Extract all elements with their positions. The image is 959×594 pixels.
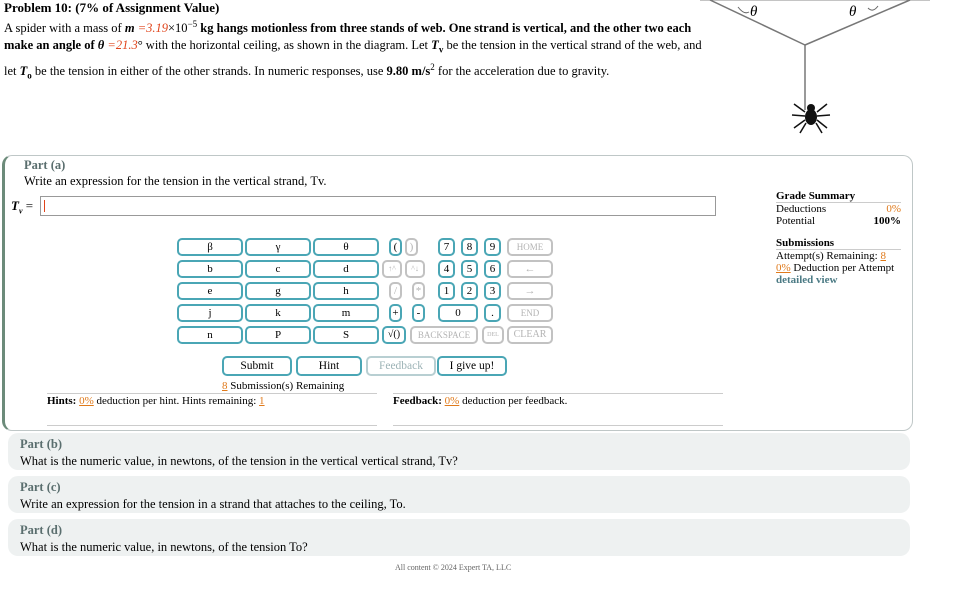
angle-label-right: θ bbox=[849, 4, 857, 20]
grade-summary: Grade Summary Deductions 0% Potential 10… bbox=[776, 190, 901, 286]
key-3[interactable]: 3 bbox=[484, 282, 501, 300]
part-d-heading[interactable]: Part (d) bbox=[20, 523, 62, 538]
deduction-per-attempt: 0% Deduction per Attempt bbox=[776, 262, 895, 274]
key-c[interactable]: c bbox=[245, 260, 311, 278]
grade-summary-title: Grade Summary bbox=[776, 190, 901, 203]
key-home[interactable]: HOME bbox=[507, 238, 553, 256]
key-e[interactable]: e bbox=[177, 282, 243, 300]
key-h[interactable]: h bbox=[313, 282, 379, 300]
key-superscript[interactable]: ↑^ bbox=[382, 260, 402, 278]
part-b-question: What is the numeric value, in newtons, o… bbox=[20, 454, 458, 468]
divider bbox=[393, 393, 723, 394]
give-up-button[interactable]: I give up! bbox=[437, 356, 507, 376]
key-backspace[interactable]: BACKSPACE bbox=[410, 326, 478, 344]
key-delete[interactable]: DEL bbox=[482, 326, 504, 344]
problem-text: A spider with a mass of m =3.19×10−5 kg … bbox=[4, 19, 702, 81]
divider bbox=[47, 425, 377, 426]
detailed-view-link[interactable]: detailed view bbox=[776, 274, 901, 286]
spider-icon bbox=[791, 103, 831, 134]
footer-copyright: All content © 2024 Expert TA, LLC bbox=[395, 563, 512, 572]
key-left-arrow[interactable]: ← bbox=[507, 260, 553, 278]
part-c-heading[interactable]: Part (c) bbox=[20, 480, 61, 495]
key-b[interactable]: b bbox=[177, 260, 243, 278]
key-p[interactable]: P bbox=[245, 326, 311, 344]
key-sqrt[interactable]: √() bbox=[382, 326, 406, 344]
key-divide[interactable]: / bbox=[389, 282, 402, 300]
key-j[interactable]: j bbox=[177, 304, 243, 322]
key-right-arrow[interactable]: → bbox=[507, 282, 553, 300]
key-2[interactable]: 2 bbox=[461, 282, 478, 300]
key-end[interactable]: END bbox=[507, 304, 553, 322]
feedback-button[interactable]: Feedback bbox=[366, 356, 436, 376]
key-d[interactable]: d bbox=[313, 260, 379, 278]
spider-diagram bbox=[700, 0, 930, 150]
key-n[interactable]: n bbox=[177, 326, 243, 344]
deductions-label: Deductions bbox=[776, 203, 827, 215]
key-multiply[interactable]: * bbox=[412, 282, 425, 300]
submit-button[interactable]: Submit bbox=[222, 356, 292, 376]
deductions-value: 0% bbox=[886, 203, 901, 215]
key-minus[interactable]: - bbox=[412, 304, 425, 322]
answer-label: Tv = bbox=[11, 198, 34, 216]
key-m[interactable]: m bbox=[313, 304, 379, 322]
key-clear[interactable]: CLEAR bbox=[507, 326, 553, 344]
part-c-question: Write an expression for the tension in a… bbox=[20, 497, 406, 511]
key-1[interactable]: 1 bbox=[438, 282, 455, 300]
key-4[interactable]: 4 bbox=[438, 260, 455, 278]
attempts-remaining: Attempt(s) Remaining: 8 bbox=[776, 250, 886, 262]
key-6[interactable]: 6 bbox=[484, 260, 501, 278]
part-a-heading: Part (a) bbox=[24, 158, 66, 172]
part-d-question: What is the numeric value, in newtons, o… bbox=[20, 540, 308, 554]
feedback-info: Feedback: 0% deduction per feedback. bbox=[393, 395, 568, 407]
key-0[interactable]: 0 bbox=[438, 304, 478, 322]
key-7[interactable]: 7 bbox=[438, 238, 455, 256]
divider bbox=[47, 393, 377, 394]
key-s[interactable]: S bbox=[313, 326, 379, 344]
part-b-heading[interactable]: Part (b) bbox=[20, 437, 62, 452]
hints-info: Hints: 0% deduction per hint. Hints rema… bbox=[47, 395, 265, 407]
key-beta[interactable]: β bbox=[177, 238, 243, 256]
key-open-paren[interactable]: ( bbox=[389, 238, 402, 256]
potential-label: Potential bbox=[776, 215, 816, 227]
key-subscript[interactable]: ^↓ bbox=[405, 260, 425, 278]
submissions-remaining: 8 Submission(s) Remaining bbox=[222, 380, 345, 392]
key-plus[interactable]: + bbox=[389, 304, 402, 322]
key-k[interactable]: k bbox=[245, 304, 311, 322]
part-a-question: Write an expression for the tension in t… bbox=[24, 174, 327, 188]
divider bbox=[393, 425, 723, 426]
potential-value: 100% bbox=[873, 215, 902, 227]
submissions-title: Submissions bbox=[776, 237, 901, 250]
key-theta[interactable]: θ bbox=[313, 238, 379, 256]
key-5[interactable]: 5 bbox=[461, 260, 478, 278]
problem-title: Problem 10: (7% of Assignment Value) bbox=[4, 0, 220, 15]
key-decimal[interactable]: . bbox=[484, 304, 501, 322]
key-8[interactable]: 8 bbox=[461, 238, 478, 256]
key-gamma[interactable]: γ bbox=[245, 238, 311, 256]
angle-label-left: θ bbox=[750, 4, 758, 20]
key-9[interactable]: 9 bbox=[484, 238, 501, 256]
answer-input[interactable] bbox=[40, 196, 716, 216]
hint-button[interactable]: Hint bbox=[296, 356, 362, 376]
key-g[interactable]: g bbox=[245, 282, 311, 300]
key-close-paren[interactable]: ) bbox=[405, 238, 418, 256]
